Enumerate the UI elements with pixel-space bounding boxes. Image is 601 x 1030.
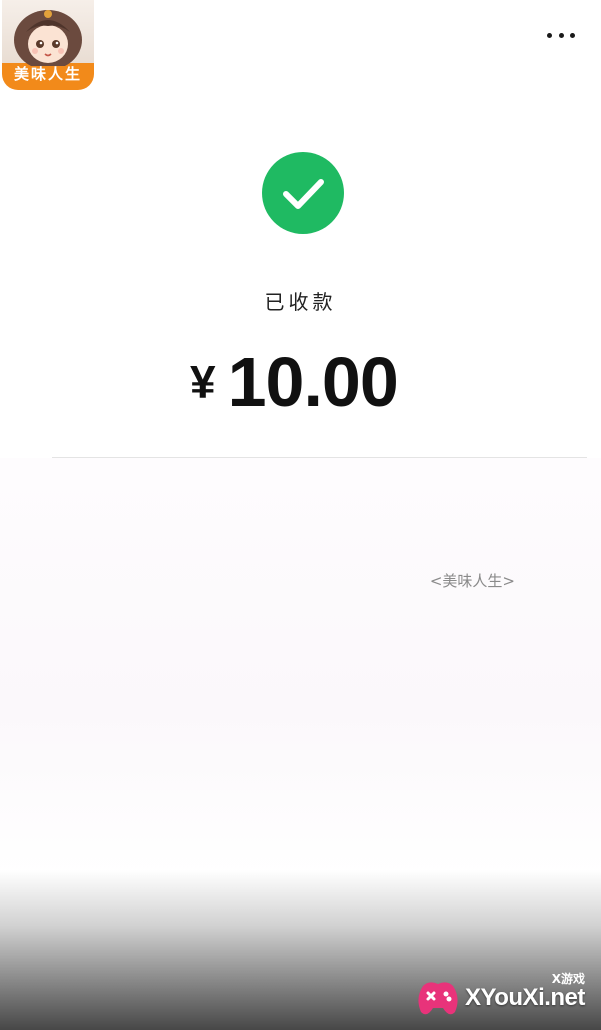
amount-value: 10.00 bbox=[227, 343, 399, 421]
more-dot bbox=[547, 32, 552, 38]
divider bbox=[52, 457, 587, 458]
more-options-button[interactable] bbox=[543, 22, 579, 48]
character-avatar-icon bbox=[14, 10, 82, 66]
more-dot bbox=[570, 32, 575, 38]
currency-symbol: ¥ bbox=[190, 356, 216, 408]
merchant-link[interactable]: <美味人生> bbox=[430, 570, 515, 591]
check-circle-icon bbox=[262, 152, 344, 234]
gamepad-icon bbox=[418, 982, 458, 1015]
watermark-brand-text: XYouXi.net bbox=[465, 984, 585, 1011]
app-logo: 美味人生 bbox=[2, 0, 94, 90]
receipt-detail-area bbox=[0, 458, 601, 878]
app-logo-label: 美味人生 bbox=[13, 65, 82, 83]
watermark: X游戏 XYouXi.net bbox=[415, 970, 591, 1026]
more-dot bbox=[558, 32, 564, 38]
payment-status-text: 已收款 bbox=[264, 290, 337, 314]
payment-amount: ¥ 10.00 bbox=[190, 342, 399, 422]
